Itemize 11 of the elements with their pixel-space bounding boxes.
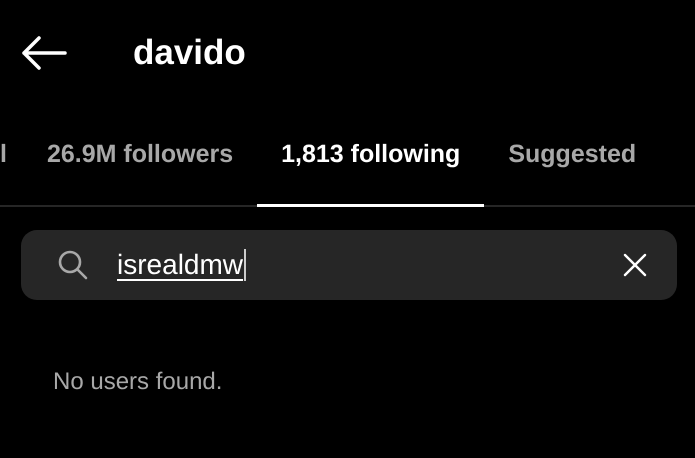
clear-icon[interactable] <box>623 253 647 277</box>
tab[interactable]: l <box>0 105 23 207</box>
tab[interactable]: 1,813 following <box>257 105 484 207</box>
empty-message: No users found. <box>53 368 224 396</box>
profile-name: davido <box>133 32 246 72</box>
search-text: isrealdmw <box>117 249 244 281</box>
search-field[interactable]: isrealdmw <box>21 230 677 300</box>
tab[interactable]: Suggested <box>484 105 660 207</box>
tab[interactable]: 26.9M followers <box>22 105 258 207</box>
search-icon <box>57 249 89 281</box>
back-arrow-icon[interactable] <box>21 36 67 70</box>
